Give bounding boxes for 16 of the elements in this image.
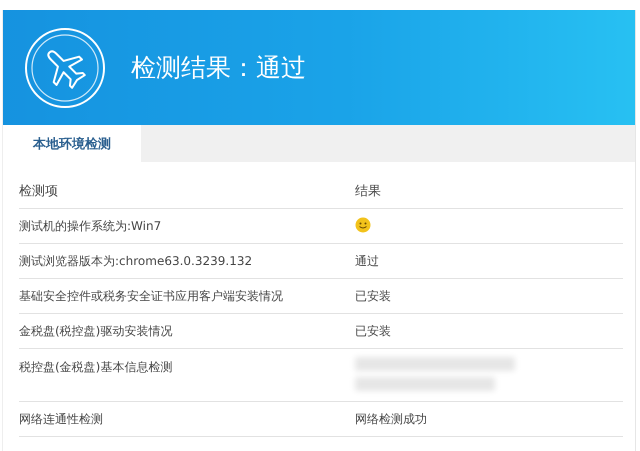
page-title: 检测结果：通过 <box>131 52 306 84</box>
tab[interactable]: 本地环境检测 <box>3 125 141 162</box>
table-cell-text: 已安装 <box>355 288 392 304</box>
table-cell-text: 税控盘(金税盘)基本信息检测 <box>19 359 174 376</box>
table-cell-text: 测试浏览器版本为:chrome63.0.3239.132 <box>19 252 254 270</box>
column-header: 检测项 <box>19 183 59 200</box>
smiley-icon <box>355 216 371 232</box>
table-cell-text: 通过 <box>355 252 380 270</box>
airplane-icon <box>23 26 107 110</box>
column-header: 结果 <box>355 183 382 200</box>
table-cell-text: 金税盘(税控盘)驱动安装情况 <box>19 322 174 340</box>
table-cell-text: 已安装 <box>355 322 392 340</box>
table-cell-text: 测试机的操作系统为:Win7 <box>19 218 162 234</box>
table-cell-text: 网络检测成功 <box>355 410 428 428</box>
table-cell-text: 基础安全控件或税务安全证书应用客户端安装情况 <box>19 288 284 304</box>
table-cell-text: 网络连通性检测 <box>19 410 104 428</box>
